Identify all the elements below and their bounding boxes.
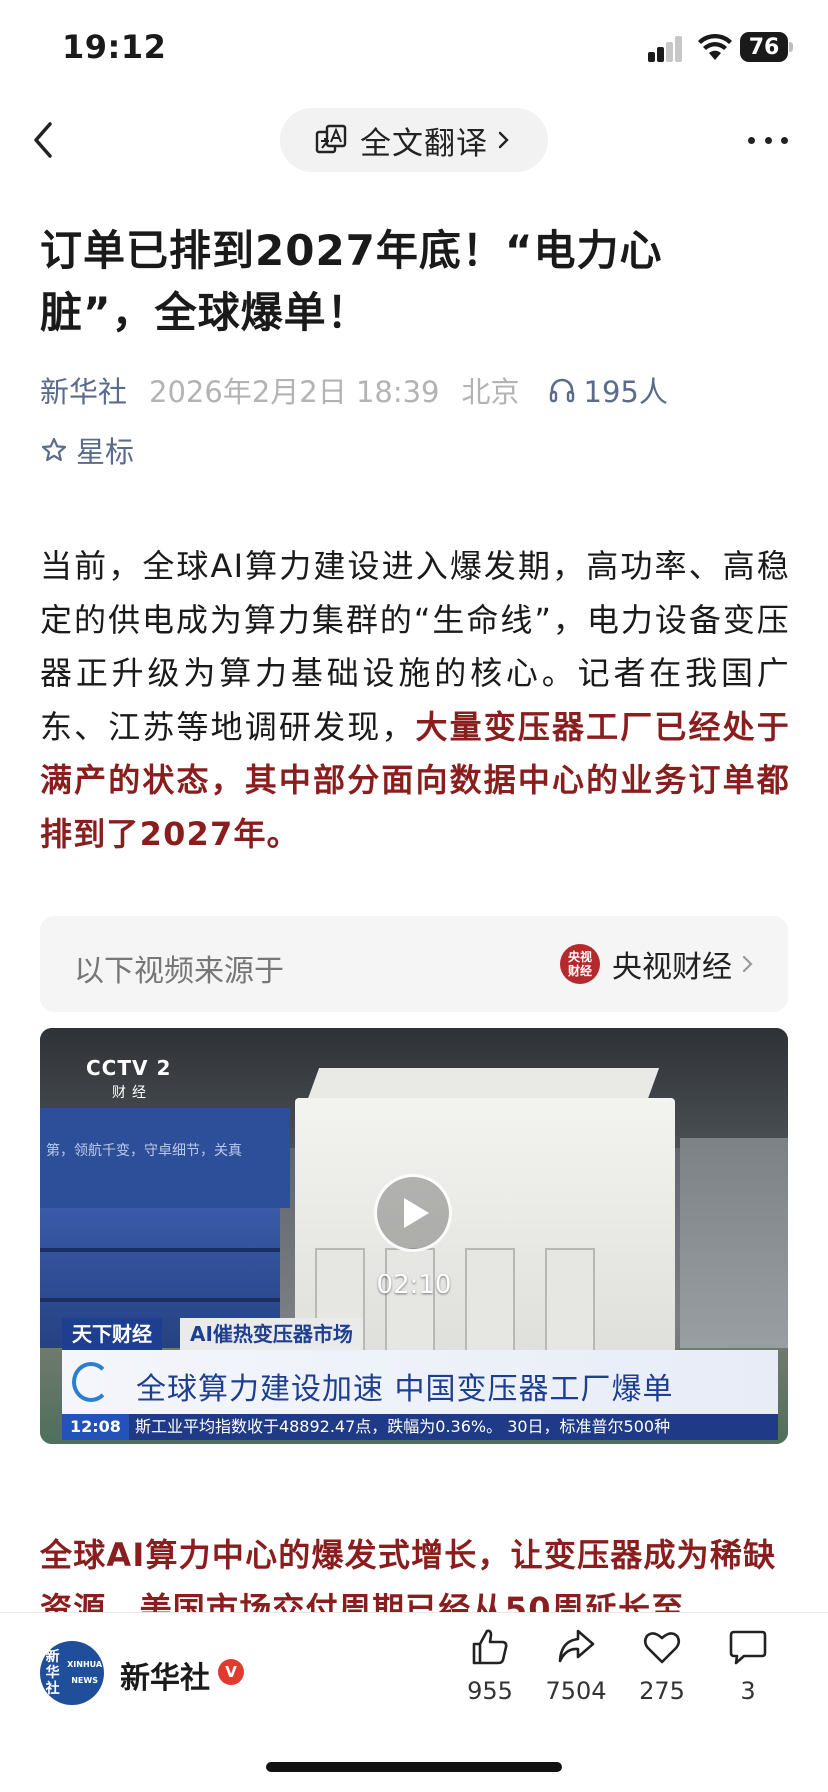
favorite-count: 275: [639, 1677, 685, 1705]
article-paragraph-2: 全球AI算力中心的爆发式增长，让变压器成为稀缺资源，美国市场交付周期已经从50周…: [40, 1536, 777, 1612]
listen-button[interactable]: 195人: [548, 369, 668, 411]
video-headline: 全球算力建设加速 中国变压器工厂爆单: [136, 1372, 674, 1407]
video-source-channel-name: 央视财经: [612, 950, 732, 985]
favorite-button[interactable]: 275: [622, 1627, 702, 1705]
cctv-finance-logo: 央视 财经: [560, 944, 600, 984]
play-button[interactable]: [374, 1174, 452, 1252]
listener-count: 195人: [583, 375, 668, 409]
cellular-signal-icon: [648, 36, 684, 62]
article-date: 2026年2月2日 18:39: [149, 375, 440, 409]
comment-icon: [729, 1630, 767, 1665]
video-source-bar[interactable]: 以下视频来源于 央视 财经 央视财经: [40, 916, 788, 1012]
video-source-label: 以下视频来源于: [74, 954, 284, 989]
video-wall-text: 第，领航千变，守卓细节，关真: [46, 1143, 242, 1159]
swirl-icon: [72, 1362, 110, 1402]
like-button[interactable]: 955: [450, 1627, 530, 1705]
headphones-icon: [549, 378, 574, 403]
play-icon: [404, 1198, 429, 1228]
status-bar: 19:12 76: [0, 0, 828, 100]
ticker-text: 斯工业平均指数收于48892.47点，跌幅为0.36%。 30日，标准普尔500…: [134, 1417, 671, 1436]
more-icon[interactable]: [748, 132, 788, 148]
video-source-channel[interactable]: 央视 财经 央视财经: [560, 938, 754, 990]
verified-badge: V: [218, 1659, 244, 1685]
ticker-time: 12:08: [62, 1414, 129, 1440]
article-title: 订单已排到2027年底！“电力心脏”，全球爆单！: [40, 226, 663, 337]
like-icon: [472, 1629, 508, 1665]
article-paragraph: 当前，全球AI算力建设进入爆发期，高功率、高稳定的供电成为算力集群的“生命线”，…: [40, 540, 790, 861]
cctv-channel-logo: CCTV 2: [86, 1056, 172, 1080]
article-source[interactable]: 新华社: [40, 369, 127, 411]
article-city: 北京: [461, 375, 520, 409]
chevron-right-icon: [742, 955, 753, 973]
video-player[interactable]: 第，领航千变，守卓细节，关真 CCTV 2 财经 02:10 天下财经 AI催热…: [40, 1028, 788, 1444]
translate-icon: [315, 124, 347, 154]
back-icon[interactable]: [28, 118, 58, 162]
comment-button[interactable]: 3: [708, 1627, 788, 1705]
account-name[interactable]: 新华社: [120, 1653, 210, 1697]
share-button[interactable]: 7504: [536, 1627, 616, 1705]
cctv-channel-sub: 财经: [112, 1085, 152, 1101]
battery-indicator: 76: [740, 32, 788, 62]
star-button[interactable]: 星标: [40, 430, 134, 470]
video-duration: 02:10: [376, 1270, 452, 1300]
comment-count: 3: [740, 1677, 756, 1705]
chevron-right-icon: [498, 131, 509, 149]
video-scene-right: [680, 1138, 788, 1358]
topic-tag: AI催热变压器市场: [180, 1318, 363, 1350]
translate-label: 全文翻译: [360, 125, 488, 162]
like-count: 955: [467, 1677, 513, 1705]
avatar[interactable]: 新华社 XINHUA NEWS: [40, 1641, 104, 1705]
battery-cap: [789, 42, 793, 52]
star-label: 星标: [76, 435, 135, 469]
share-count: 7504: [545, 1677, 607, 1705]
translate-button[interactable]: 全文翻译: [280, 108, 548, 172]
article-meta: 新华社 2026年2月2日 18:39 北京 195人: [40, 370, 668, 410]
home-indicator[interactable]: [266, 1762, 562, 1772]
video-headline-bar: 全球算力建设加速 中国变压器工厂爆单: [62, 1350, 778, 1414]
star-icon: [41, 437, 67, 462]
wifi-icon: [698, 33, 732, 60]
news-ticker: 12:08 斯工业平均指数收于48892.47点，跌幅为0.36%。 30日，标…: [62, 1414, 778, 1440]
share-icon: [558, 1629, 595, 1663]
heart-icon: [643, 1632, 681, 1664]
program-tag: 天下财经: [62, 1318, 162, 1350]
status-time: 19:12: [62, 28, 167, 66]
